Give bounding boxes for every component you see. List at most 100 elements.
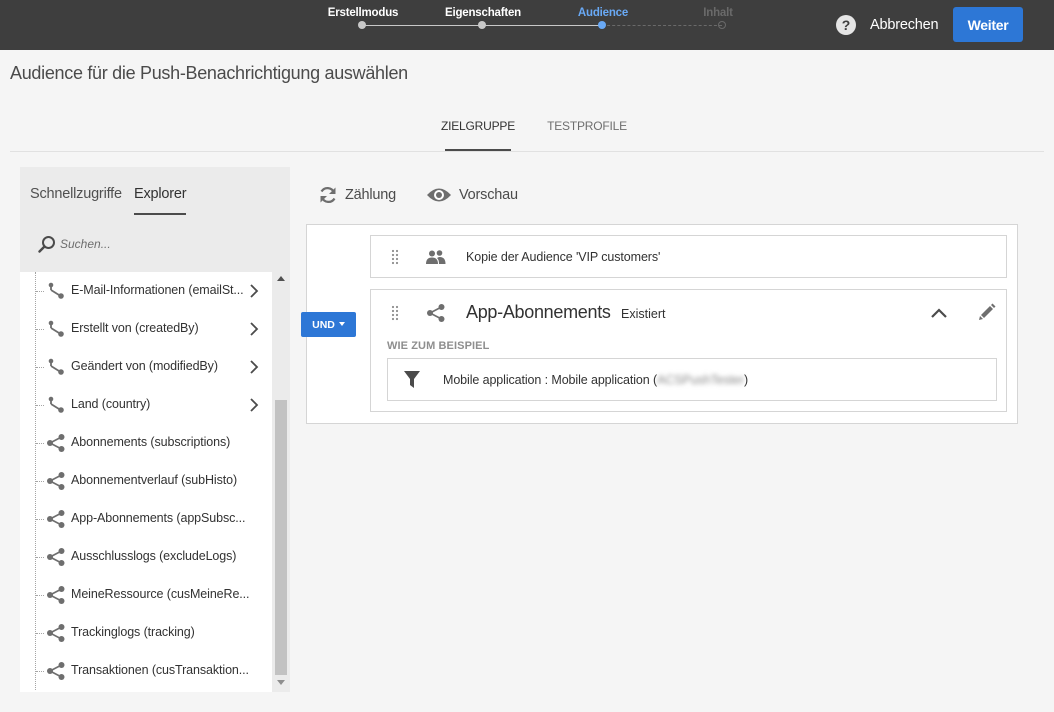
step-connector <box>362 24 482 26</box>
tree-item-label: Erstellt von (createdBy) <box>71 321 199 335</box>
step-eigenschaften-label[interactable]: Eigenschaften <box>445 7 521 19</box>
count-button[interactable]: Zählung <box>318 182 396 208</box>
share-icon <box>46 548 66 566</box>
tree-item[interactable]: Land (country) <box>20 386 272 424</box>
refresh-icon <box>320 187 336 203</box>
explorer-tab-indicator <box>134 213 186 215</box>
filter-suffix: ) <box>744 373 749 387</box>
tree-connector <box>36 329 44 330</box>
users-icon <box>426 250 446 264</box>
tabs-divider <box>10 151 1044 152</box>
eye-icon <box>427 188 451 202</box>
tree-item[interactable]: Abonnements (subscriptions) <box>20 424 272 462</box>
scroll-down-arrow[interactable] <box>277 680 285 685</box>
tab-zielgruppe[interactable]: ZIELGRUPPE <box>441 119 515 133</box>
cancel-button[interactable]: Abbrechen <box>866 14 942 36</box>
tree-connector <box>36 443 44 444</box>
tree-item-label: Trackinglogs (tracking) <box>71 625 195 639</box>
tree-item-label: Land (country) <box>71 397 151 411</box>
card-title: App-Abonnements <box>466 302 611 322</box>
tree-connector <box>36 519 44 520</box>
tree-item-label: Transaktionen (cusTransaktion... <box>71 663 249 677</box>
tree-connector <box>36 291 44 292</box>
section-label: WIE ZUM BEISPIEL <box>387 340 490 352</box>
tree-item-label: Abonnementverlauf (subHisto) <box>71 473 238 487</box>
search-input[interactable] <box>60 233 260 255</box>
drag-handle-icon[interactable] <box>391 305 399 321</box>
share-icon <box>46 434 66 452</box>
operator-dropdown[interactable]: UND <box>301 312 356 337</box>
chevron-right-icon[interactable] <box>248 360 260 374</box>
step-audience-label[interactable]: Audience <box>578 7 628 19</box>
filter-value: ACSPushTester <box>657 373 745 387</box>
share-icon <box>46 662 66 680</box>
preview-button-label: Vorschau <box>459 187 518 203</box>
filter-condition[interactable]: Mobile application : Mobile application … <box>387 358 997 401</box>
exists-badge: Existiert <box>621 307 666 321</box>
link-icon <box>46 320 66 338</box>
link-icon <box>46 282 66 300</box>
step-audience-dot[interactable] <box>598 21 606 29</box>
tree-item[interactable]: E-Mail-Informationen (emailSt... <box>20 272 272 310</box>
operator-label: UND <box>312 318 335 331</box>
step-erstellmodus-dot[interactable] <box>358 21 366 29</box>
tree-item[interactable]: MeineRessource (cusMeineRe... <box>20 576 272 614</box>
tab-testprofile[interactable]: TESTPROFILE <box>547 119 627 133</box>
help-icon[interactable]: ? <box>836 15 856 35</box>
filter-condition-text: Mobile application : Mobile application … <box>443 373 748 387</box>
tree-connector <box>36 405 44 406</box>
tree-item-label: Abonnements (subscriptions) <box>71 435 231 449</box>
tree-connector <box>36 557 44 558</box>
tab-explorer[interactable]: Explorer <box>134 186 187 202</box>
filter-icon <box>404 371 420 388</box>
chevron-right-icon[interactable] <box>248 284 260 298</box>
caret-down-icon <box>338 321 345 326</box>
search-icon <box>38 236 55 253</box>
tree-item[interactable]: Erstellt von (createdBy) <box>20 310 272 348</box>
share-icon <box>46 510 66 528</box>
explorer-panel: Schnellzugriffe Explorer E-Mail-Informat… <box>20 167 290 692</box>
next-button[interactable]: Weiter <box>953 7 1023 42</box>
scroll-up-arrow[interactable] <box>277 276 285 281</box>
filter-prefix: Mobile application : Mobile application … <box>443 373 658 387</box>
preview-button[interactable]: Vorschau <box>426 182 518 208</box>
share-icon <box>427 304 445 322</box>
tree-connector <box>36 367 44 368</box>
chevron-up-icon[interactable] <box>930 307 948 319</box>
chevron-right-icon[interactable] <box>248 322 260 336</box>
share-icon <box>46 472 66 490</box>
count-button-label: Zählung <box>345 187 396 203</box>
page-title: Audience für die Push-Benachrichtigung a… <box>10 63 408 83</box>
wizard-bar: Erstellmodus Eigenschaften Audience Inha… <box>0 0 1054 50</box>
tree-item[interactable]: Abonnementverlauf (subHisto) <box>20 462 272 500</box>
tree-connector <box>36 671 44 672</box>
tree-scrollbar[interactable] <box>272 272 290 692</box>
audience-card[interactable]: Kopie der Audience 'VIP customers' <box>370 235 1007 278</box>
step-eigenschaften-dot[interactable] <box>478 21 486 29</box>
step-erstellmodus-label[interactable]: Erstellmodus <box>328 7 399 19</box>
audience-card-label: Kopie der Audience 'VIP customers' <box>466 250 661 264</box>
scroll-thumb[interactable] <box>275 400 287 675</box>
schema-tree: E-Mail-Informationen (emailSt... Erstellt… <box>20 272 272 692</box>
link-icon <box>46 396 66 414</box>
step-inhalt-label: Inhalt <box>703 7 733 19</box>
step-connector <box>482 24 602 26</box>
chevron-right-icon[interactable] <box>248 398 260 412</box>
tree-item[interactable]: Transaktionen (cusTransaktion... <box>20 652 272 690</box>
tree-item[interactable]: Ausschlusslogs (excludeLogs) <box>20 538 272 576</box>
step-connector-pending <box>602 25 722 26</box>
tree-connector <box>36 481 44 482</box>
tab-schnellzugriffe[interactable]: Schnellzugriffe <box>30 186 122 202</box>
share-icon <box>46 624 66 642</box>
tree-item[interactable]: Trackinglogs (tracking) <box>20 614 272 652</box>
pencil-icon[interactable] <box>978 303 996 321</box>
drag-handle-icon[interactable] <box>391 249 399 265</box>
app-subscription-card[interactable]: App-Abonnements Existiert WIE ZUM BEISPI… <box>370 289 1007 412</box>
tree-connector <box>36 633 44 634</box>
share-icon <box>46 586 66 604</box>
tree-item[interactable]: App-Abonnements (appSubsc... <box>20 500 272 538</box>
link-icon <box>46 358 66 376</box>
tree-item[interactable]: Geändert von (modifiedBy) <box>20 348 272 386</box>
tree-connector <box>36 595 44 596</box>
tree-item-label: App-Abonnements (appSubsc... <box>71 511 246 525</box>
